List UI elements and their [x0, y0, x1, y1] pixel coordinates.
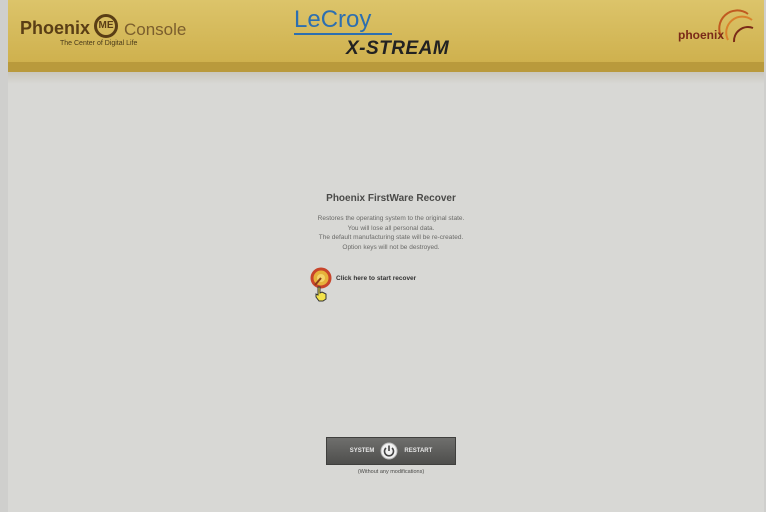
hand-cursor-icon [315, 286, 327, 302]
lecroy-logo: LeCroy [294, 6, 372, 33]
restart-left-label: SYSTEM [349, 448, 375, 454]
logo-brand: Phoenix [20, 18, 91, 38]
restart-right-label: RESTART [404, 448, 433, 454]
header-band [8, 62, 764, 72]
start-recover-label: Click here to start recover [336, 274, 417, 282]
logo-product: Console [124, 20, 187, 39]
cme-badge-icon: ME [94, 14, 118, 38]
xstream-logo: X-STREAM [346, 38, 450, 59]
description-line: The default manufacturing state will be … [318, 234, 464, 241]
phoenix-logo: phoenix [678, 28, 725, 42]
header-bar: Phoenix ME Console The Center of Digital… [8, 0, 764, 62]
restart-note: (Without any modifications) [357, 469, 425, 475]
description-line: You will lose all personal data. [347, 224, 435, 232]
recover-description: Restores the operating system to the ori… [208, 214, 574, 252]
description-line: Restores the operating system to the ori… [317, 215, 465, 222]
lecroy-underline [294, 33, 392, 35]
recovery-screen: Phoenix ME Console The Center of Digital… [8, 0, 764, 512]
header-fade [8, 72, 764, 84]
description-line: Option keys will not be destroyed. [342, 243, 440, 251]
system-restart-button[interactable]: SYSTEM RESTART [326, 437, 456, 465]
power-restart-icon [380, 442, 398, 460]
recover-title: Phoenix FirstWare Recover [326, 193, 456, 204]
logo-tagline: The Center of Digital Life [60, 40, 138, 47]
